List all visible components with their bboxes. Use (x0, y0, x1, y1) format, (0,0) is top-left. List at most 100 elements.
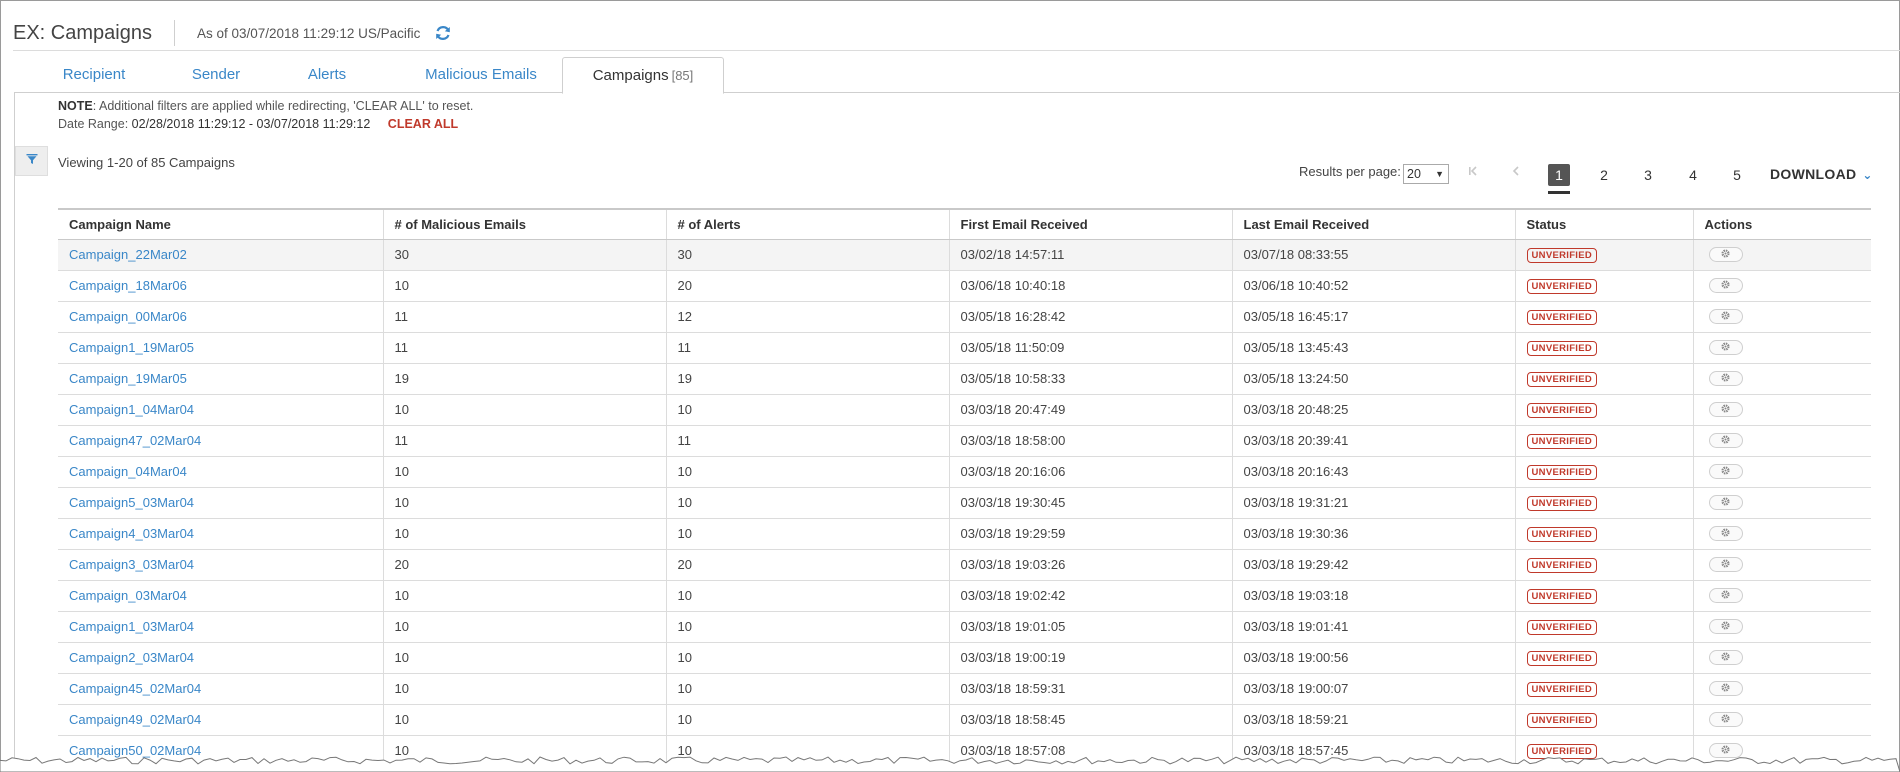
campaign-link[interactable]: Campaign1_19Mar05 (69, 340, 194, 355)
actions-button[interactable] (1708, 557, 1743, 572)
campaign-link[interactable]: Campaign49_02Mar04 (69, 712, 201, 727)
campaign-link[interactable]: Campaign5_03Mar04 (69, 495, 194, 510)
alerts-cell: 19 (665, 363, 949, 395)
campaign-link[interactable]: Campaign_19Mar05 (69, 371, 187, 386)
results-per-page-select[interactable]: 20 ▼ (1403, 164, 1449, 184)
alerts-cell: 10 (665, 456, 949, 488)
actions-button[interactable] (1708, 588, 1743, 603)
campaign-link[interactable]: Campaign47_02Mar04 (69, 433, 201, 448)
actions-button[interactable] (1708, 526, 1743, 541)
page-2[interactable]: 2 (1593, 164, 1615, 186)
campaign-name-cell: Campaign_00Mar06 (58, 301, 383, 333)
refresh-icon[interactable] (434, 24, 452, 42)
campaign-name-cell: Campaign_18Mar06 (58, 270, 383, 302)
table-row: Campaign1_03Mar04 10 10 03/03/18 19:01:05 03… (58, 611, 1871, 643)
filter-note: NOTE: Additional filters are applied whi… (58, 99, 473, 113)
gear-icon (1720, 681, 1731, 696)
campaign-link[interactable]: Campaign4_03Mar04 (69, 526, 194, 541)
column-header[interactable]: First Email Received (948, 208, 1232, 240)
column-header[interactable]: # of Alerts (665, 208, 949, 240)
column-header[interactable]: Campaign Name (58, 208, 383, 240)
table-row: Campaign_18Mar06 10 20 03/06/18 10:40:18 03/… (58, 270, 1871, 302)
campaign-link[interactable]: Campaign2_03Mar04 (69, 650, 194, 665)
campaigns-table: Campaign Name # of Malicious Emails # of… (58, 208, 1871, 767)
first-email-cell: 03/05/18 11:50:09 (948, 332, 1232, 364)
column-header[interactable]: Last Email Received (1231, 208, 1515, 240)
tab-label: Alerts (307, 66, 347, 83)
table-row: Campaign_04Mar04 10 10 03/03/18 20:16:06 03/… (58, 456, 1871, 488)
status-badge: UNVERIFIED (1526, 558, 1598, 573)
gear-icon (1720, 495, 1731, 510)
campaign-link[interactable]: Campaign_03Mar04 (69, 588, 187, 603)
first-email-cell: 03/05/18 10:58:33 (948, 363, 1232, 395)
filter-button[interactable] (15, 146, 48, 176)
actions-button[interactable] (1708, 247, 1743, 262)
status-badge: UNVERIFIED (1526, 434, 1598, 449)
tab-campaigns[interactable]: Campaigns [85] (562, 57, 724, 94)
status-cell: UNVERIFIED (1514, 642, 1693, 674)
campaign-link[interactable]: Campaign_22Mar02 (69, 247, 187, 262)
actions-cell (1692, 642, 1871, 674)
gear-icon (1720, 309, 1731, 324)
campaign-name-cell: Campaign5_03Mar04 (58, 487, 383, 519)
prev-page-icon[interactable] (1506, 163, 1526, 183)
actions-button[interactable] (1708, 464, 1743, 479)
download-button[interactable]: DOWNLOAD ⌄ (1770, 166, 1873, 182)
actions-cell (1692, 611, 1871, 643)
alerts-cell: 10 (665, 704, 949, 736)
actions-button[interactable] (1708, 681, 1743, 696)
table-row: Campaign_22Mar02 30 30 03/02/18 14:57:11 03/… (58, 239, 1871, 271)
page-4[interactable]: 4 (1682, 164, 1704, 186)
status-cell: UNVERIFIED (1514, 301, 1693, 333)
actions-button[interactable] (1708, 340, 1743, 355)
status-badge: UNVERIFIED (1526, 341, 1598, 356)
actions-button[interactable] (1708, 433, 1743, 448)
alerts-cell: 11 (665, 332, 949, 364)
page-5[interactable]: 5 (1726, 164, 1748, 186)
campaign-link[interactable]: Campaign1_04Mar04 (69, 402, 194, 417)
actions-button[interactable] (1708, 309, 1743, 324)
campaign-link[interactable]: Campaign3_03Mar04 (69, 557, 194, 572)
actions-button[interactable] (1708, 371, 1743, 386)
tab-recipient[interactable]: Recipient (48, 57, 140, 93)
actions-button[interactable] (1708, 495, 1743, 510)
torn-edge (0, 756, 1900, 772)
gear-icon (1720, 588, 1731, 603)
malicious-emails-cell: 10 (382, 580, 666, 612)
header-divider (173, 20, 175, 46)
table-row: Campaign1_19Mar05 11 11 03/05/18 11:50:09 03… (58, 332, 1871, 364)
malicious-emails-cell: 11 (382, 332, 666, 364)
gear-icon (1720, 619, 1731, 634)
gear-icon (1720, 650, 1731, 665)
page-1[interactable]: 1 (1548, 164, 1570, 186)
status-badge: UNVERIFIED (1526, 620, 1598, 635)
actions-button[interactable] (1708, 402, 1743, 417)
tab-sender[interactable]: Sender (176, 57, 256, 93)
gear-icon (1720, 557, 1731, 572)
column-header[interactable]: # of Malicious Emails (382, 208, 666, 240)
clear-all-link[interactable]: CLEAR ALL (388, 117, 458, 131)
table-row: Campaign1_04Mar04 10 10 03/03/18 20:47:49 03… (58, 394, 1871, 426)
last-email-cell: 03/03/18 19:01:41 (1231, 611, 1515, 643)
campaign-name-cell: Campaign47_02Mar04 (58, 425, 383, 457)
campaign-name-cell: Campaign1_04Mar04 (58, 394, 383, 426)
status-cell: UNVERIFIED (1514, 673, 1693, 705)
campaign-link[interactable]: Campaign45_02Mar04 (69, 681, 201, 696)
actions-button[interactable] (1708, 650, 1743, 665)
actions-button[interactable] (1708, 619, 1743, 634)
campaign-link[interactable]: Campaign_04Mar04 (69, 464, 187, 479)
table-row: Campaign5_03Mar04 10 10 03/03/18 19:30:45 03… (58, 487, 1871, 519)
malicious-emails-cell: 10 (382, 611, 666, 643)
first-page-icon[interactable] (1463, 163, 1483, 183)
campaign-link[interactable]: Campaign1_03Mar04 (69, 619, 194, 634)
column-header[interactable]: Status (1514, 208, 1693, 240)
tab-malicious-emails[interactable]: Malicious Emails (406, 57, 556, 93)
tab-alerts[interactable]: Alerts (292, 57, 362, 93)
campaign-link[interactable]: Campaign_18Mar06 (69, 278, 187, 293)
actions-button[interactable] (1708, 278, 1743, 293)
actions-button[interactable] (1708, 712, 1743, 727)
campaign-link[interactable]: Campaign_00Mar06 (69, 309, 187, 324)
last-email-cell: 03/03/18 20:48:25 (1231, 394, 1515, 426)
page-3[interactable]: 3 (1637, 164, 1659, 186)
date-range: Date Range: 02/28/2018 11:29:12 - 03/07/… (58, 117, 458, 131)
